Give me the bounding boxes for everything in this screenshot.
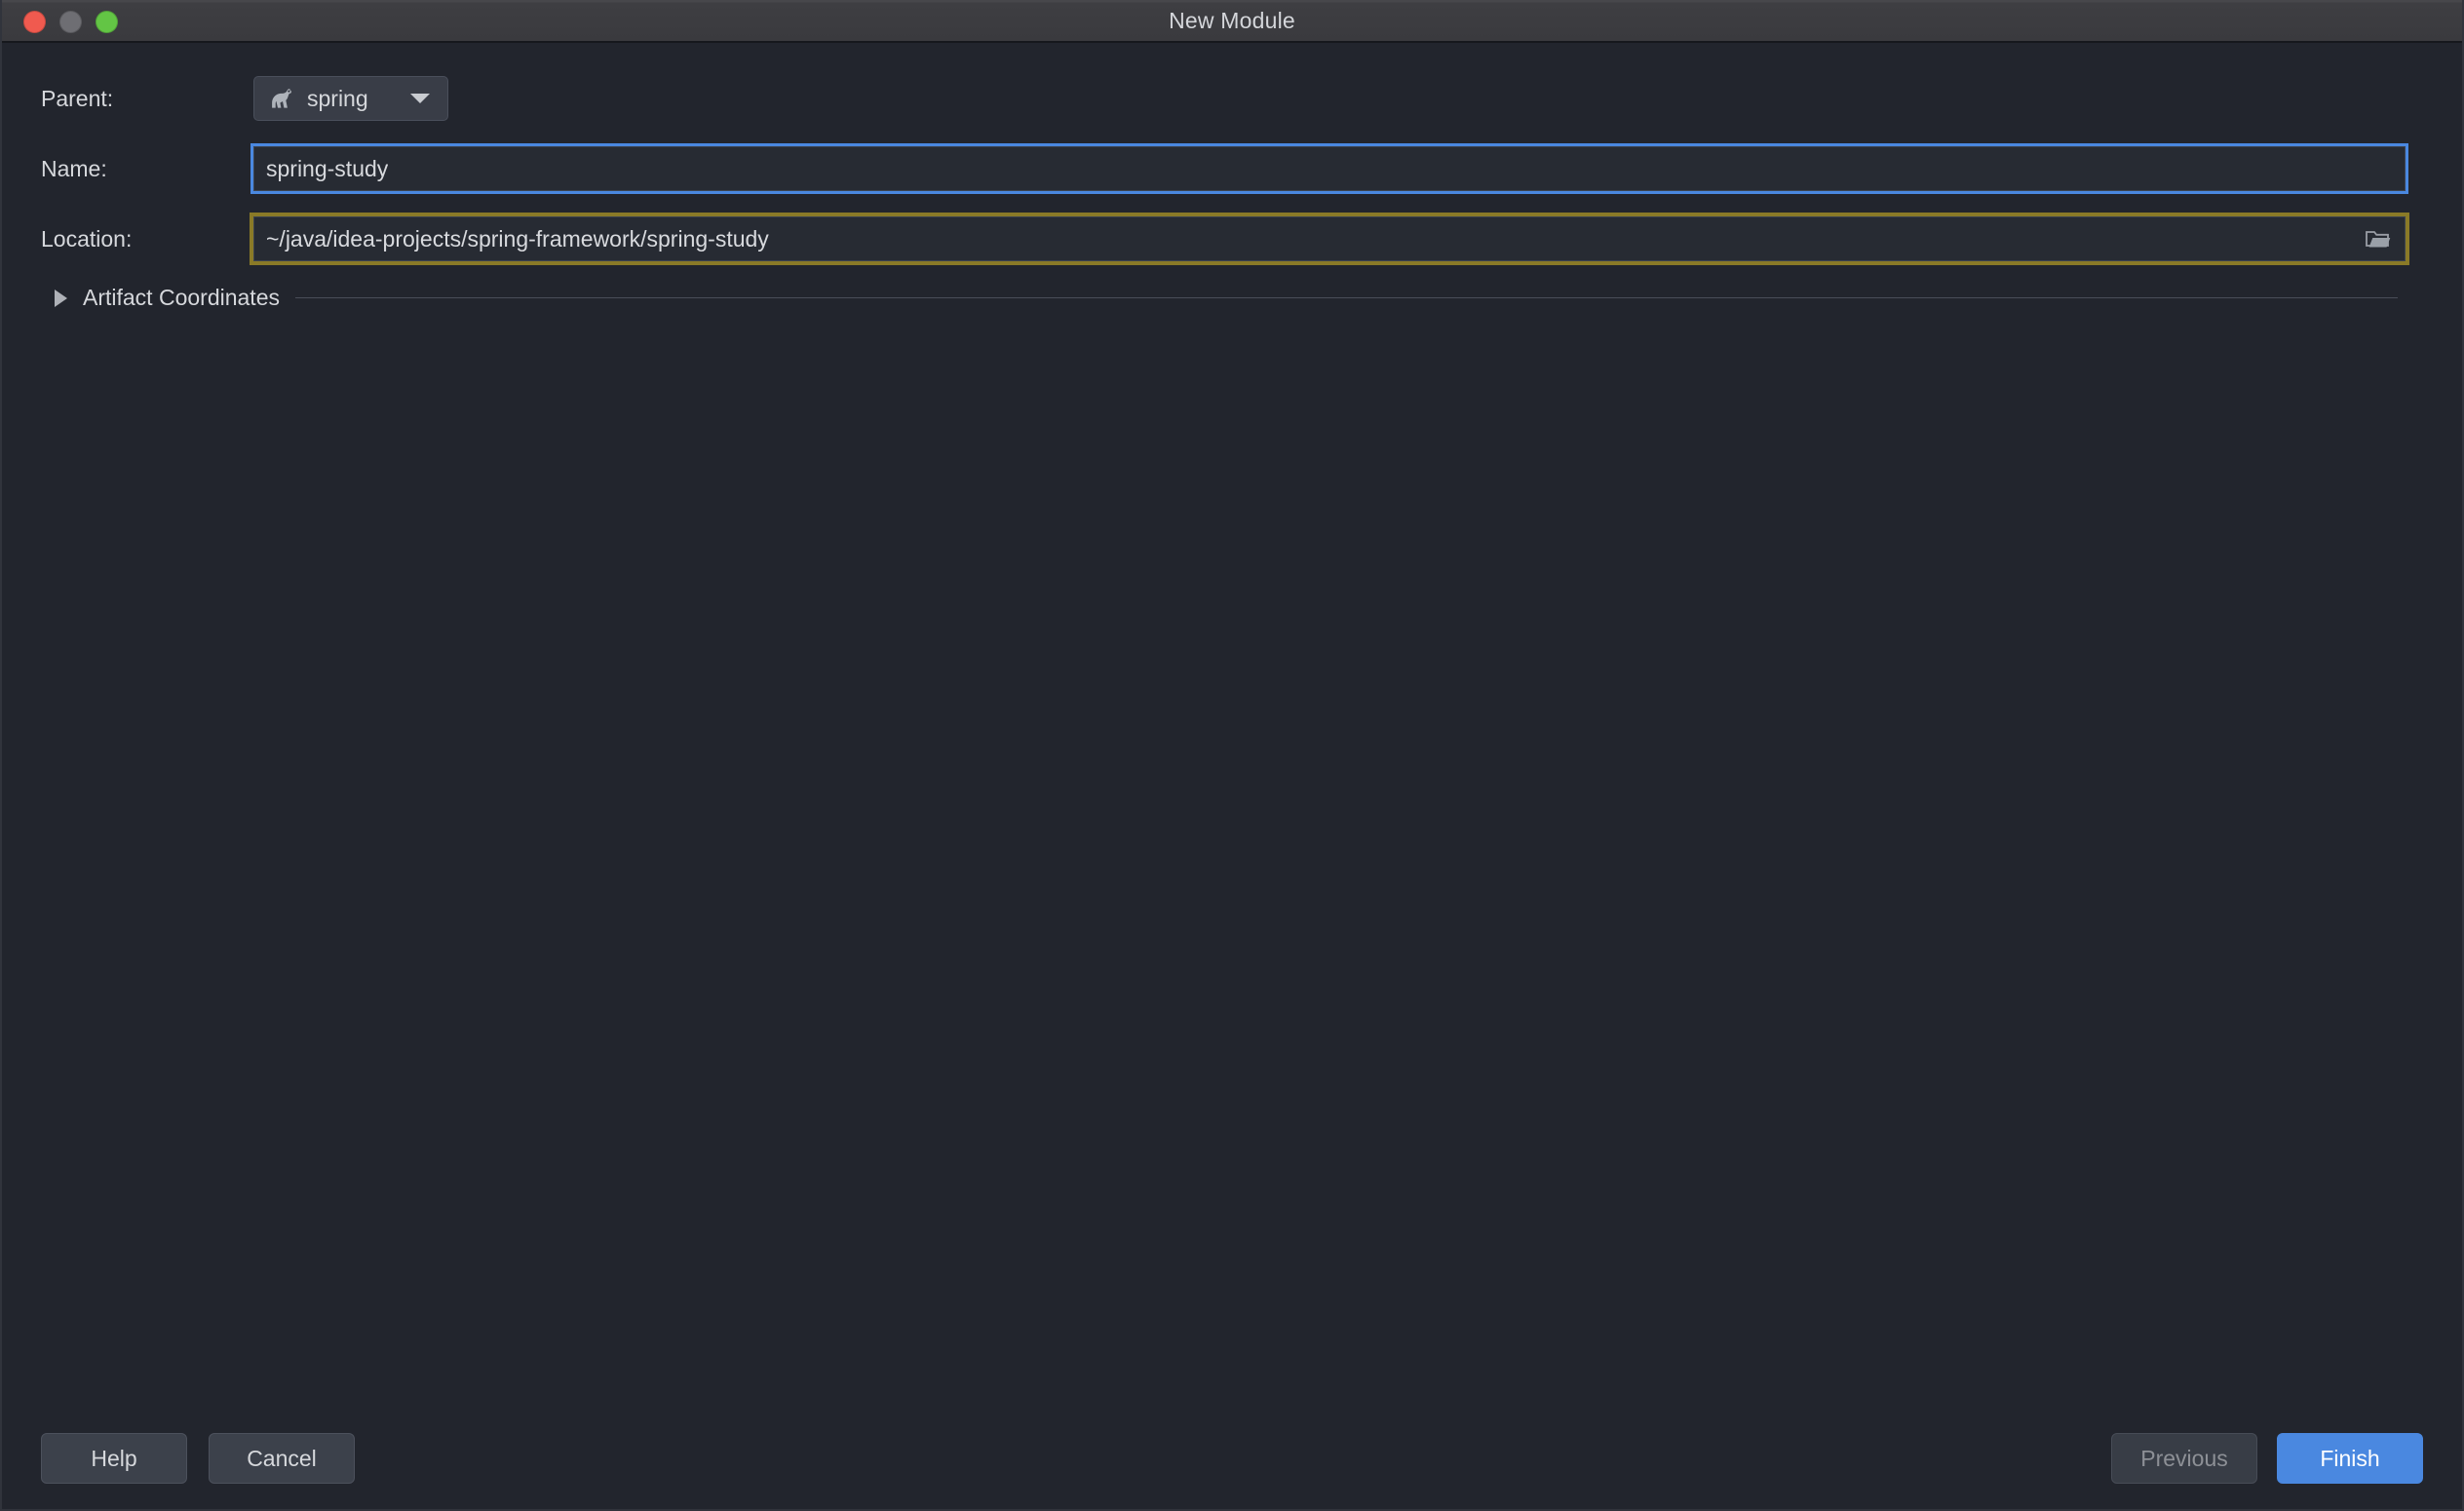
footer-left-buttons: Help Cancel [41,1433,355,1484]
parent-label: Parent: [41,88,253,110]
artifact-coordinates-section[interactable]: Artifact Coordinates [55,285,2423,311]
minimize-window-button[interactable] [59,11,82,33]
name-row: Name: spring-study [41,144,2423,193]
previous-button[interactable]: Previous [2111,1433,2257,1484]
location-row: Location: ~/java/idea-projects/spring-fr… [41,214,2423,263]
new-module-dialog: New Module Parent: spring Name: spring-s… [0,0,2464,1511]
name-label: Name: [41,158,253,180]
artifact-coordinates-label: Artifact Coordinates [83,285,280,311]
parent-module-value: spring [307,86,383,112]
finish-button[interactable]: Finish [2277,1433,2423,1484]
parent-module-dropdown[interactable]: spring [253,76,448,121]
maximize-window-button[interactable] [96,11,118,33]
dialog-body: Parent: spring Name: spring-study Locati… [2,43,2462,1408]
location-label: Location: [41,228,253,251]
title-bar: New Module [2,0,2462,43]
traffic-light-group [23,0,118,43]
section-divider [295,297,2398,298]
footer-right-buttons: Previous Finish [2111,1433,2423,1484]
window-title: New Module [2,8,2462,34]
cancel-button[interactable]: Cancel [209,1433,355,1484]
module-name-input[interactable]: spring-study [253,146,2406,191]
module-name-value: spring-study [254,156,388,182]
dialog-footer: Help Cancel Previous Finish [2,1408,2462,1509]
chevron-down-icon [410,94,430,103]
open-folder-icon[interactable] [2364,227,2391,251]
triangle-right-icon[interactable] [55,290,67,307]
close-window-button[interactable] [23,11,46,33]
gradle-elephant-icon [270,88,295,109]
help-button[interactable]: Help [41,1433,187,1484]
parent-row: Parent: spring [41,74,2423,123]
module-location-input[interactable]: ~/java/idea-projects/spring-framework/sp… [253,216,2406,261]
module-location-value: ~/java/idea-projects/spring-framework/sp… [254,226,769,252]
